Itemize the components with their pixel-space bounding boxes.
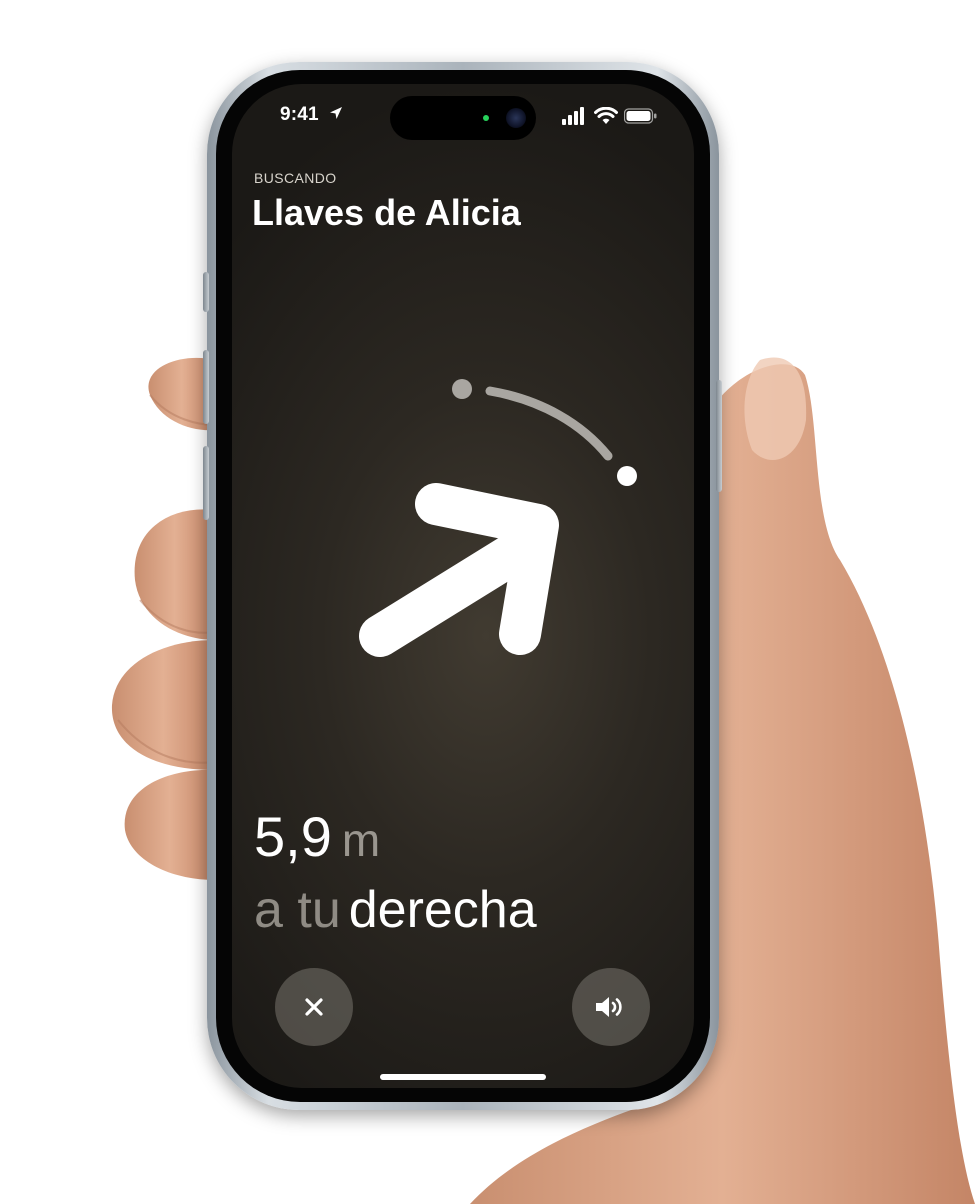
direction-prefix: a tu [254, 881, 341, 939]
volume-down-button [203, 446, 209, 520]
arc-start-dot [452, 379, 472, 399]
home-indicator[interactable] [380, 1074, 546, 1080]
close-icon [305, 998, 323, 1016]
cancel-button[interactable] [275, 968, 353, 1046]
distance-unit: m [341, 814, 381, 866]
phone-screen: 9:41 BUSCANDO Llaves de Alicia 5,9 m a t… [232, 84, 694, 1088]
speaker-icon [596, 997, 622, 1017]
direction-arc [485, 386, 613, 461]
target-dot-icon [617, 466, 637, 486]
power-button [716, 380, 722, 492]
distance-readout: 5,9 m [254, 804, 380, 869]
volume-up-button [203, 350, 209, 424]
sound-button[interactable] [572, 968, 650, 1046]
direction-readout: a tu derecha [254, 880, 537, 940]
direction-arrow-icon [359, 483, 559, 657]
direction-word: derecha [348, 881, 537, 939]
distance-value: 5,9 [254, 805, 332, 868]
action-button [203, 272, 209, 312]
